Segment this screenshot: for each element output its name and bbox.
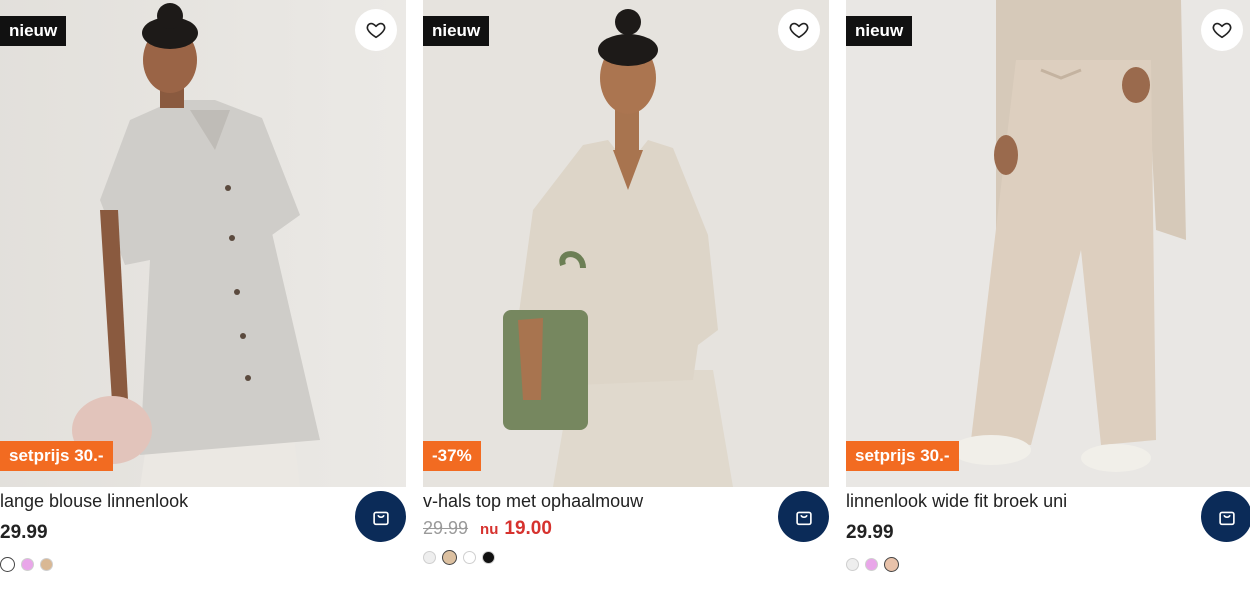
add-to-cart-button[interactable] — [778, 491, 829, 542]
product-card[interactable]: nieuw setprijs 30.- linnenlook wide fit … — [846, 0, 1250, 612]
old-price: 29.99 — [423, 518, 469, 538]
color-swatch[interactable] — [40, 558, 53, 571]
product-card[interactable]: nieuw setprijs 30.- lange blouse linnenl… — [0, 0, 406, 612]
product-title[interactable]: v-hals top met ophaalmouw — [423, 491, 643, 512]
product-price: 29.99 — [846, 522, 894, 543]
discount-badge: -37% — [423, 441, 481, 471]
new-badge: nieuw — [423, 16, 490, 46]
product-image[interactable]: nieuw setprijs 30.- — [846, 0, 1250, 487]
product-image[interactable]: nieuw setprijs 30.- — [0, 0, 406, 487]
promo-badge: setprijs 30.- — [846, 441, 959, 471]
color-swatches — [846, 557, 899, 572]
product-title[interactable]: lange blouse linnenlook — [0, 491, 188, 512]
color-swatch[interactable] — [442, 550, 457, 565]
product-photo-illustration — [846, 0, 1250, 487]
color-swatch[interactable] — [21, 558, 34, 571]
product-photo-illustration — [423, 0, 829, 487]
color-swatch[interactable] — [884, 557, 899, 572]
favorite-button[interactable] — [1201, 9, 1243, 51]
color-swatches — [0, 557, 53, 572]
color-swatch[interactable] — [846, 558, 859, 571]
shopping-bag-icon — [795, 511, 812, 525]
heart-icon — [789, 22, 809, 39]
product-price: 29.99 — [0, 522, 48, 543]
favorite-button[interactable] — [355, 9, 397, 51]
price-row: 29.99 nu 19.00 — [423, 518, 552, 540]
add-to-cart-button[interactable] — [355, 491, 406, 542]
new-badge: nieuw — [846, 16, 913, 46]
color-swatch[interactable] — [423, 551, 436, 564]
color-swatch[interactable] — [482, 551, 495, 564]
color-swatch[interactable] — [865, 558, 878, 571]
heart-icon — [1212, 22, 1232, 39]
add-to-cart-button[interactable] — [1201, 491, 1250, 542]
shopping-bag-icon — [1218, 511, 1235, 525]
sale-price: 19.00 — [504, 518, 552, 539]
shopping-bag-icon — [372, 511, 389, 525]
promo-badge: setprijs 30.- — [0, 441, 113, 471]
favorite-button[interactable] — [778, 9, 820, 51]
color-swatch[interactable] — [0, 557, 15, 572]
product-photo-illustration — [0, 0, 406, 487]
product-title[interactable]: linnenlook wide fit broek uni — [846, 491, 1067, 512]
now-label: nu — [480, 521, 499, 538]
color-swatch[interactable] — [463, 551, 476, 564]
product-card[interactable]: nieuw -37% v-hals top met ophaalmouw 29.… — [423, 0, 829, 612]
new-badge: nieuw — [0, 16, 67, 46]
color-swatches — [423, 550, 495, 565]
product-image[interactable]: nieuw -37% — [423, 0, 829, 487]
heart-icon — [366, 22, 386, 39]
